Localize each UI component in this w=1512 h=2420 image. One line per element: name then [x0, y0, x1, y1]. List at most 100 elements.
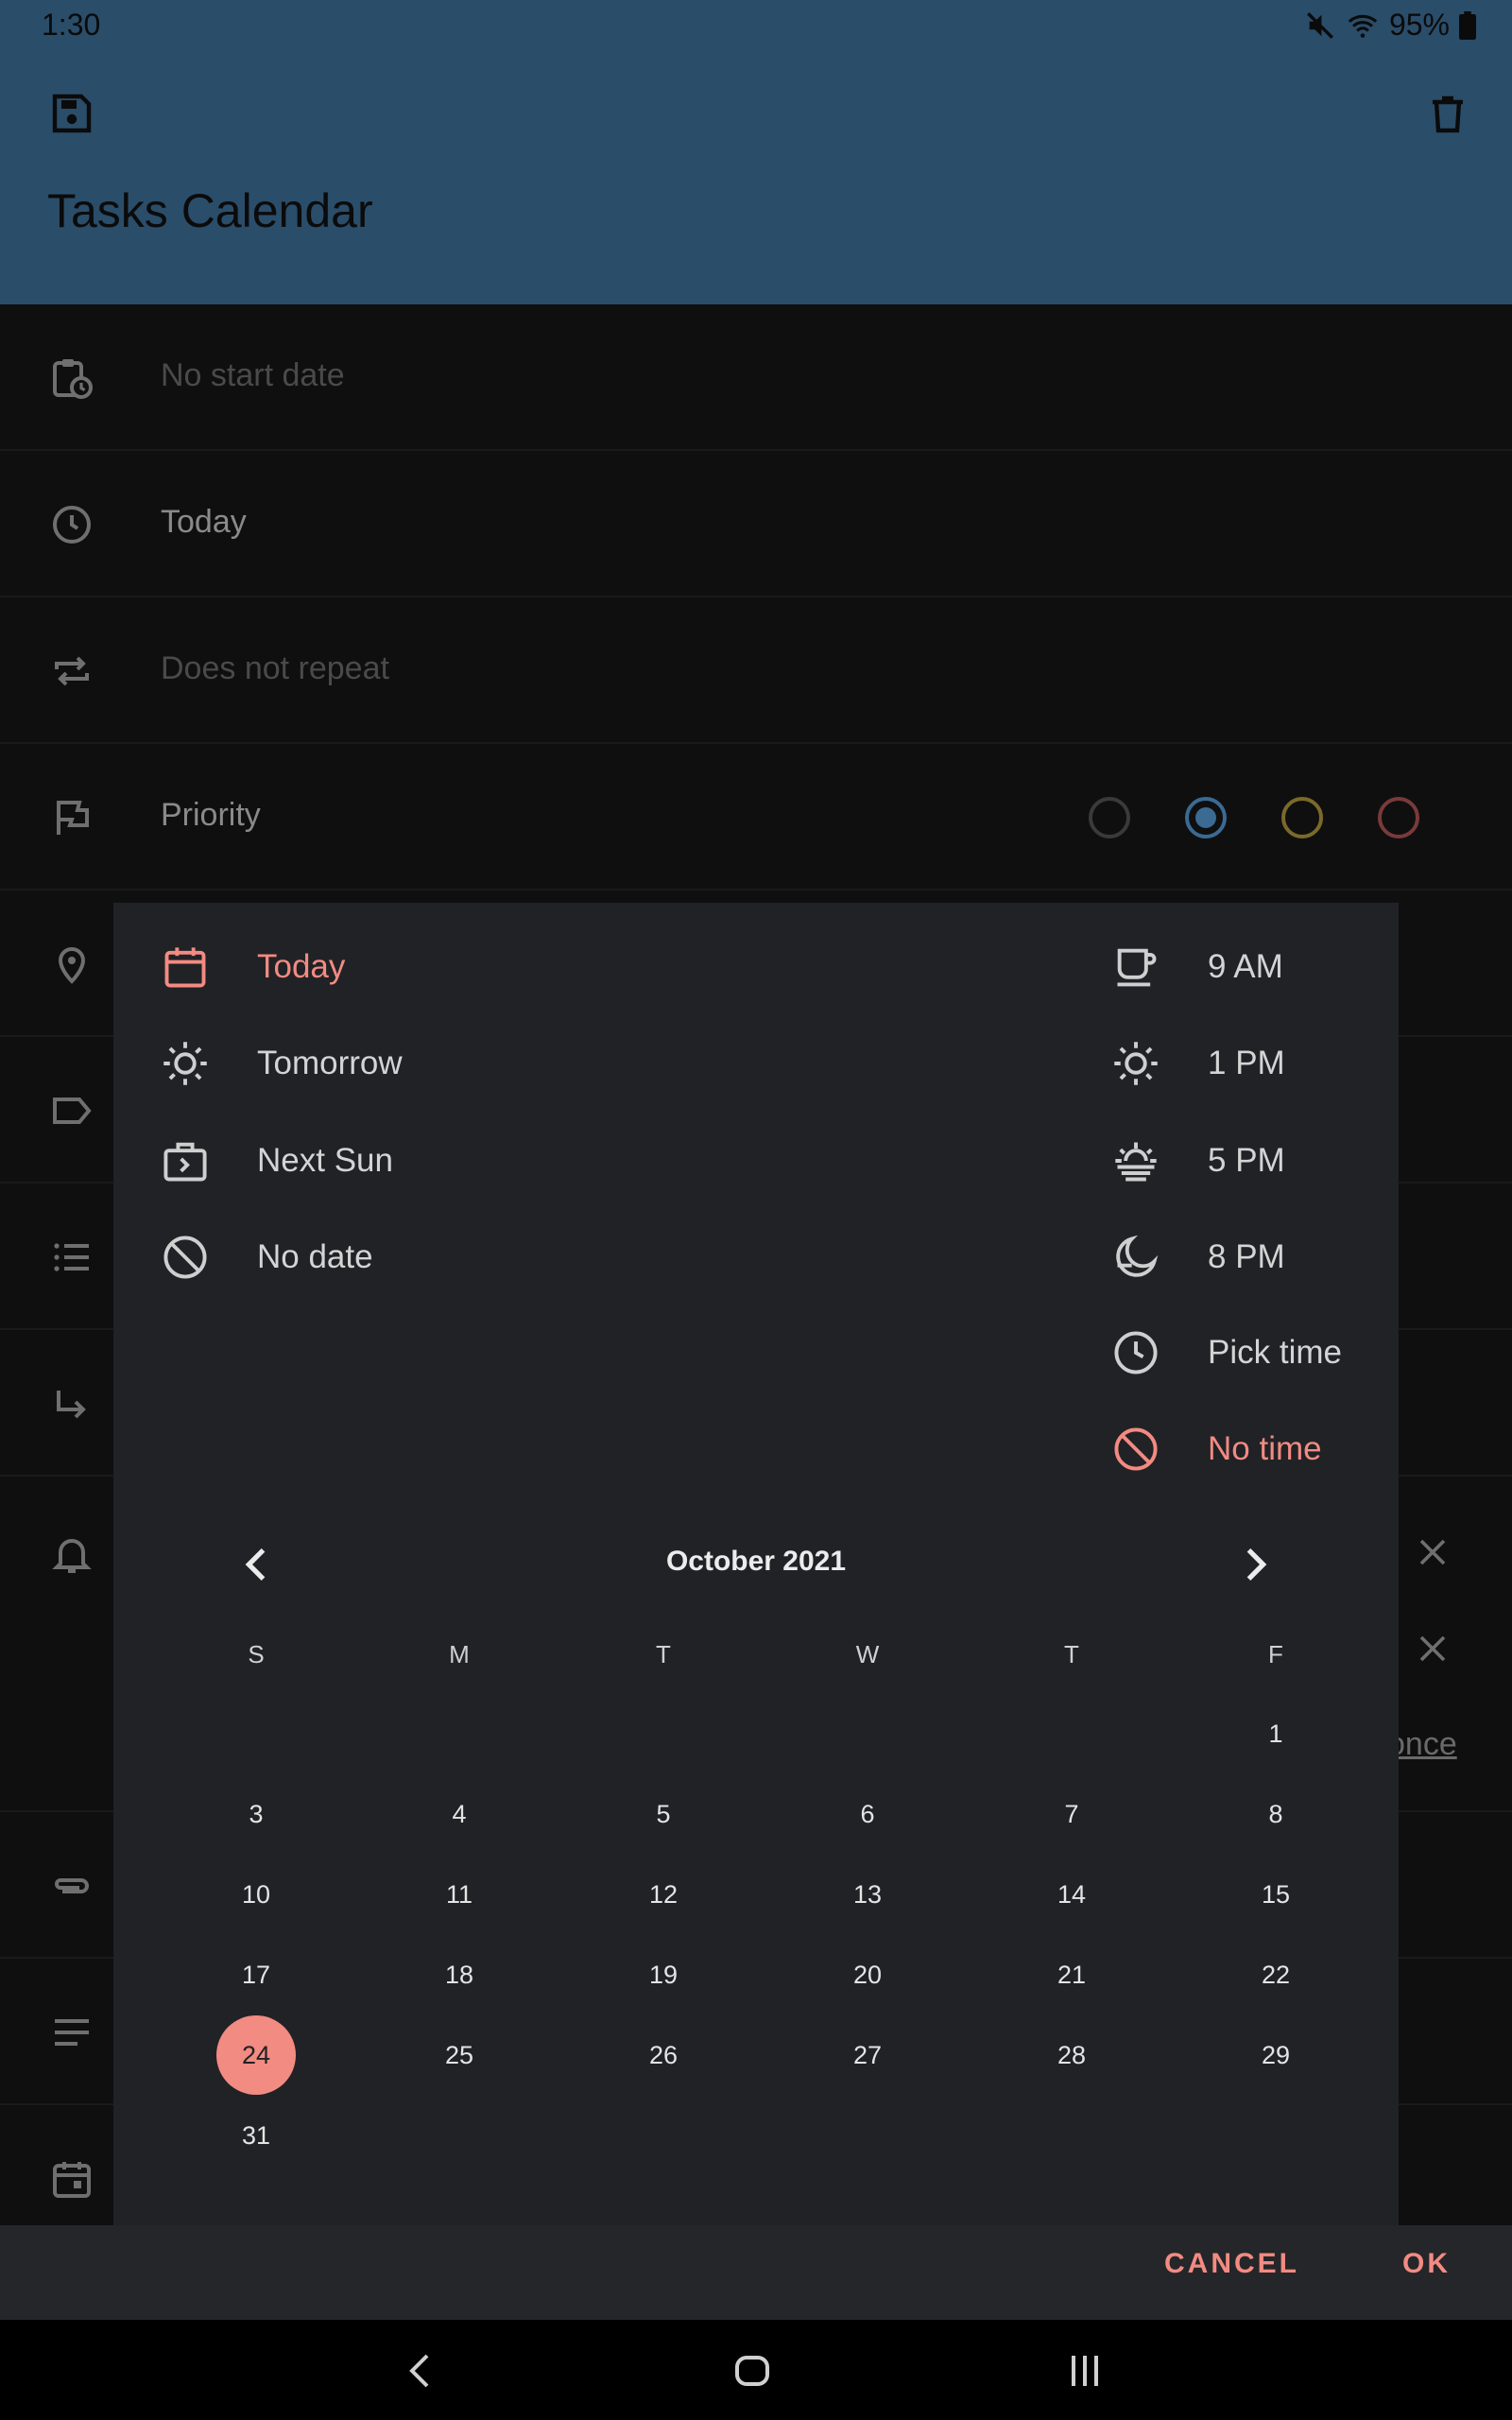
coffee-icon	[1117, 948, 1157, 987]
due-date-row[interactable]: Today	[0, 451, 1512, 597]
weekday-label: W	[855, 1640, 880, 1668]
date-option-tomorrow[interactable]: Tomorrow	[161, 1033, 403, 1094]
priority-row: Priority	[0, 744, 1512, 890]
start-date-row[interactable]: No start date	[0, 304, 1512, 451]
back-icon[interactable]	[399, 2348, 444, 2394]
close-icon[interactable]	[1410, 1626, 1455, 1671]
repeat-icon	[55, 656, 89, 686]
weekday-label: S	[248, 1640, 265, 1668]
location-icon	[58, 947, 86, 984]
calendar-day[interactable]: 5	[624, 1774, 703, 1854]
calendar-day[interactable]: 10	[216, 1855, 296, 1934]
time-option-no-time[interactable]: No time	[1111, 1419, 1322, 1479]
calendar-day[interactable]: 6	[828, 1774, 907, 1854]
attachment-icon	[55, 1878, 89, 1893]
block-icon	[163, 1236, 207, 1279]
delete-icon[interactable]	[1425, 91, 1470, 136]
recents-icon[interactable]	[1062, 2348, 1108, 2394]
weekday-label: T	[1064, 1640, 1079, 1668]
priority-high-radio[interactable]	[1378, 797, 1419, 838]
block-icon	[1114, 1427, 1158, 1471]
save-icon[interactable]	[49, 91, 94, 136]
priority-low-radio[interactable]	[1185, 797, 1227, 838]
weekday-label: T	[656, 1640, 671, 1668]
cancel-button[interactable]: CANCEL	[1164, 2248, 1299, 2280]
battery-icon	[1459, 10, 1476, 40]
clipboard-clock-icon	[53, 359, 93, 399]
list-icon	[54, 1243, 89, 1271]
sunset-icon	[1115, 1142, 1157, 1182]
time-option-1pm[interactable]: 1 PM	[1111, 1033, 1285, 1094]
page-title: Tasks Calendar	[47, 184, 373, 237]
app-header: 1:30 95% Tasks Calendar	[0, 0, 1512, 304]
chevron-right-icon[interactable]	[1230, 1540, 1280, 1589]
calendar-day[interactable]: 28	[1032, 2015, 1111, 2095]
calendar-day[interactable]: 19	[624, 1935, 703, 2014]
wifi-icon	[1348, 14, 1378, 38]
weekday-label: F	[1268, 1640, 1283, 1668]
calendar-day[interactable]: 17	[216, 1935, 296, 2014]
calendar-month-title: October 2021	[665, 1546, 847, 1577]
calendar-day[interactable]: 31	[216, 2096, 296, 2175]
time-option-9am[interactable]: 9 AM	[1111, 937, 1283, 997]
mute-icon	[1307, 11, 1333, 39]
calendar-day[interactable]: 13	[828, 1855, 907, 1934]
moon-icon	[1116, 1235, 1159, 1277]
calendar-icon	[53, 2162, 91, 2198]
system-navigation-bar	[0, 2320, 1512, 2420]
repeat-text: Does not repeat	[161, 650, 389, 686]
calendar-day[interactable]: 7	[1032, 1774, 1111, 1854]
time-option-label: 8 PM	[1208, 1238, 1285, 1275]
calendar-day[interactable]: 1	[1236, 1694, 1315, 1773]
calendar-day[interactable]: 11	[420, 1855, 499, 1934]
date-option-today[interactable]: Today	[161, 937, 345, 997]
date-option-label: Today	[257, 948, 346, 985]
start-date-text: No start date	[161, 357, 345, 393]
date-option-next-sun[interactable]: Next Sun	[161, 1131, 393, 1191]
due-date-text: Today	[161, 504, 247, 540]
label-icon	[53, 1098, 92, 1124]
time-option-pick-time[interactable]: Pick time	[1111, 1322, 1342, 1383]
date-time-picker-dialog	[113, 903, 1399, 2321]
calendar-day[interactable]: 4	[420, 1774, 499, 1854]
priority-medium-radio[interactable]	[1281, 797, 1323, 838]
home-icon[interactable]	[730, 2348, 775, 2394]
status-time: 1:30	[42, 8, 101, 42]
date-option-no-date[interactable]: No date	[161, 1227, 373, 1288]
calendar-day[interactable]: 22	[1236, 1935, 1315, 2014]
priority-none-radio[interactable]	[1089, 797, 1130, 838]
calendar-day[interactable]: 14	[1032, 1855, 1111, 1934]
time-option-label: 1 PM	[1208, 1045, 1285, 1081]
calendar-day[interactable]: 25	[420, 2015, 499, 2095]
date-option-label: Next Sun	[257, 1142, 393, 1179]
calendar-day[interactable]: 21	[1032, 1935, 1111, 2014]
date-option-label: No date	[257, 1238, 373, 1275]
calendar-day-selected[interactable]: 24	[216, 2015, 296, 2095]
time-option-label: No time	[1208, 1430, 1322, 1467]
ok-button[interactable]: OK	[1402, 2248, 1451, 2280]
calendar-header: October 2021	[113, 1536, 1399, 1593]
clock-icon	[53, 506, 91, 544]
calendar-day[interactable]: 29	[1236, 2015, 1315, 2095]
close-icon[interactable]	[1410, 1530, 1455, 1575]
weekday-label: M	[449, 1640, 470, 1668]
calendar-day[interactable]: 8	[1236, 1774, 1315, 1854]
time-option-5pm[interactable]: 5 PM	[1111, 1131, 1285, 1191]
notes-icon	[55, 2019, 89, 2046]
calendar-icon	[164, 947, 206, 988]
repeat-row[interactable]: Does not repeat	[0, 597, 1512, 744]
time-option-8pm[interactable]: 8 PM	[1111, 1227, 1285, 1288]
calendar-day[interactable]: 27	[828, 2015, 907, 2095]
calendar-day[interactable]: 15	[1236, 1855, 1315, 1934]
status-icons: 95%	[1304, 8, 1476, 43]
calendar-day[interactable]: 26	[624, 2015, 703, 2095]
calendar-day[interactable]: 20	[828, 1935, 907, 2014]
date-option-label: Tomorrow	[257, 1045, 403, 1081]
calendar-day[interactable]: 18	[420, 1935, 499, 2014]
time-option-label: 9 AM	[1208, 948, 1283, 985]
calendar-day[interactable]: 3	[216, 1774, 296, 1854]
time-option-label: 5 PM	[1208, 1142, 1285, 1179]
priority-label: Priority	[161, 797, 261, 833]
calendar-day[interactable]: 12	[624, 1855, 703, 1934]
clock-icon	[1114, 1331, 1158, 1374]
